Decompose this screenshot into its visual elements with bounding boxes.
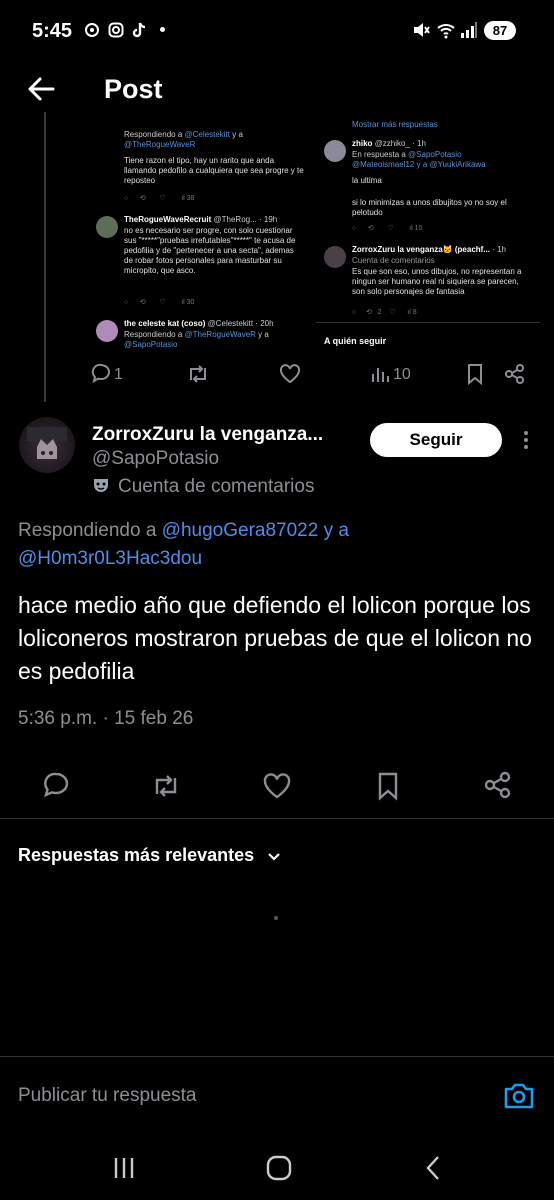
- camera-icon[interactable]: [503, 1081, 535, 1111]
- embed-text: si lo minimizas a unos dibujitos yo no s…: [352, 198, 507, 217]
- avatar-image: [27, 427, 67, 459]
- views-icon[interactable]: [371, 364, 391, 384]
- follow-button[interactable]: Seguir: [370, 423, 502, 457]
- avatar[interactable]: [19, 417, 75, 473]
- repost-icon[interactable]: [150, 772, 182, 800]
- recent-apps-icon[interactable]: [104, 1148, 144, 1188]
- theater-mask-icon: [94, 479, 108, 492]
- embed-acct: Cuenta de comentarios: [352, 256, 435, 265]
- embed-text: no es necesario ser progre, con solo cue…: [124, 226, 296, 275]
- embed-author: TheRogueWaveRecruit @TheRog... · 19h: [124, 215, 278, 224]
- embed-reply-line: Respondiendo a @TheRogueWaveR y a @SapoPo…: [124, 330, 269, 349]
- embed-actions: ○ ⟲ ♡ ıl 30: [124, 299, 195, 306]
- repost-icon[interactable]: [186, 363, 210, 385]
- embed-text: Es que son eso, unos dibujos, no represe…: [352, 267, 522, 296]
- embed-author: ZorroxZuru la venganza🐱 (peachf... · 1h: [352, 245, 506, 254]
- thread-line: [44, 112, 46, 402]
- embed-reply-line: En respuesta a @SapoPotasio @Mateoismael1…: [352, 150, 486, 169]
- status-bar: 5:45 87: [0, 0, 554, 60]
- tiktok-icon: [132, 22, 146, 38]
- status-time: 5:45: [32, 20, 73, 42]
- avatar: [324, 246, 346, 268]
- post-timestamp[interactable]: 5:36 p.m. · 15 feb 26: [18, 708, 193, 730]
- account-label: Cuenta de comentarios: [118, 476, 315, 497]
- sort-replies-dropdown[interactable]: Respuestas más relevantes: [18, 845, 281, 866]
- reply-icon[interactable]: [42, 771, 70, 799]
- back-icon[interactable]: [414, 1148, 454, 1188]
- embed-show-more: Mostrar más respuestas: [352, 120, 438, 129]
- home-icon[interactable]: [259, 1148, 299, 1188]
- more-options-icon[interactable]: [516, 428, 536, 452]
- chevron-down-icon: [268, 853, 280, 861]
- embed-actions: ○ ⟲ ♡ ıl 38: [124, 195, 195, 202]
- embed-author: zhiko @zzhiko_ · 1h: [352, 139, 426, 148]
- embed-follow-title: A quién seguir: [324, 336, 387, 346]
- embed-text: Tiene razon el tipo, hay un rarito que a…: [124, 156, 304, 185]
- embedded-screenshot[interactable]: Respondiendo a @Celestekitt y a @TheRogue…: [90, 112, 540, 352]
- bookmark-icon[interactable]: [466, 363, 484, 385]
- share-icon[interactable]: [484, 771, 512, 799]
- embed-actions: ○ ⟲ 2 ♡ ıl 8: [352, 309, 417, 316]
- post-date: 15 feb 26: [114, 708, 194, 729]
- mute-icon: [414, 23, 430, 37]
- embed-reply-line: Respondiendo a @Celestekitt y a @TheRogue…: [124, 130, 243, 149]
- author-handle[interactable]: @SapoPotasio: [92, 448, 219, 470]
- like-icon[interactable]: [262, 772, 292, 800]
- embed-divider: [316, 322, 540, 323]
- signal-icon: [461, 22, 477, 38]
- share-icon[interactable]: [504, 363, 526, 385]
- divider: [0, 1056, 554, 1057]
- avatar: [324, 140, 346, 162]
- avatar: [96, 320, 118, 342]
- replying-to-label: Respondiendo a: [18, 520, 157, 541]
- wifi-icon: [437, 24, 455, 39]
- loading-indicator: [274, 916, 278, 920]
- post-time: 5:36 p.m.: [18, 708, 98, 729]
- embed-text: la ultima: [352, 176, 382, 185]
- bookmark-icon[interactable]: [376, 771, 400, 801]
- author-name[interactable]: ZorroxZuru la venganza...: [92, 424, 323, 446]
- replying-to-join: y a: [323, 520, 349, 541]
- mention-link[interactable]: @H0m3r0L3Hac3dou: [18, 548, 202, 569]
- page-title: Post: [104, 74, 163, 104]
- notification-dot: [160, 27, 165, 32]
- mention-link[interactable]: @hugoGera87022: [162, 520, 319, 541]
- battery-indicator: 87: [484, 21, 516, 40]
- post-text: hace medio año que defiendo el lolicon p…: [18, 592, 532, 684]
- embed-actions: ○ ⟲ ♡ ıl 10: [352, 225, 423, 232]
- sort-label: Respuestas más relevantes: [18, 845, 255, 865]
- embed-author: the celeste kat (coso) @Celestekitt · 20…: [124, 319, 274, 328]
- instagram-icon: [108, 22, 124, 38]
- divider: [0, 818, 554, 819]
- meta-separator: ·: [102, 708, 109, 729]
- reply-input[interactable]: Publicar tu respuesta: [18, 1085, 197, 1107]
- back-arrow-icon[interactable]: [26, 74, 56, 104]
- views-count: 10: [393, 366, 411, 383]
- like-icon[interactable]: [279, 363, 301, 385]
- avatar: [96, 216, 118, 238]
- replying-to-2: @H0m3r0L3Hac3dou: [18, 548, 202, 570]
- reply-icon[interactable]: [90, 362, 112, 384]
- reply-count: 1: [114, 366, 123, 383]
- threads-icon: [85, 23, 99, 37]
- replying-to: Respondiendo a @hugoGera87022 y a: [18, 520, 349, 542]
